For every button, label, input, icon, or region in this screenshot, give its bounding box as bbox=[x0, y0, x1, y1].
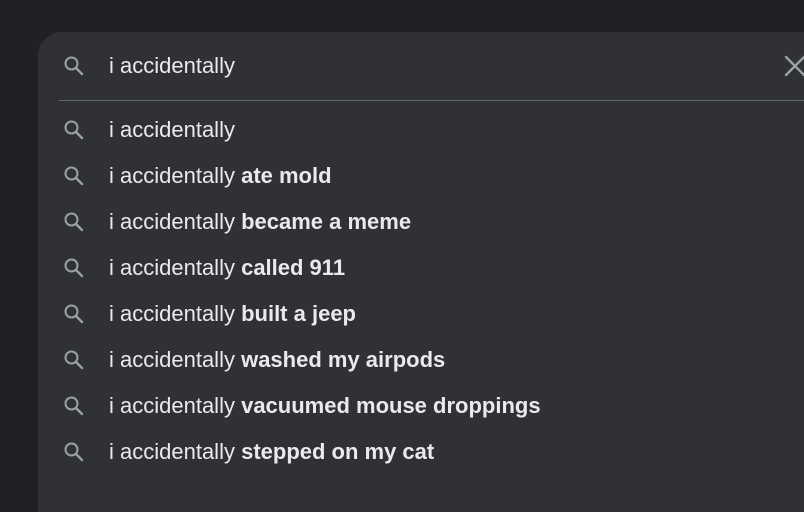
suggestion-prefix: i accidentally bbox=[109, 393, 235, 418]
divider bbox=[59, 100, 804, 101]
suggestion-completion: washed my airpods bbox=[241, 347, 446, 372]
search-icon bbox=[62, 348, 86, 372]
suggestion-text: i accidentally washed my airpods bbox=[109, 346, 445, 374]
suggestion-text: i accidentally became a meme bbox=[109, 208, 411, 236]
suggestion-prefix: i accidentally bbox=[109, 439, 235, 464]
suggestion-prefix: i accidentally bbox=[109, 255, 235, 280]
search-icon bbox=[62, 256, 86, 280]
search-icon bbox=[62, 118, 86, 142]
suggestion-prefix: i accidentally bbox=[109, 301, 235, 326]
suggestion-item[interactable]: i accidentally built a jeep bbox=[38, 291, 804, 337]
search-icon bbox=[62, 164, 86, 188]
suggestion-prefix: i accidentally bbox=[109, 209, 235, 234]
suggestion-item[interactable]: i accidentally vacuumed mouse droppings bbox=[38, 383, 804, 429]
suggestion-prefix: i accidentally bbox=[109, 347, 235, 372]
suggestion-prefix: i accidentally bbox=[109, 163, 235, 188]
search-icon bbox=[62, 210, 86, 234]
suggestion-text: i accidentally built a jeep bbox=[109, 300, 356, 328]
search-icon bbox=[62, 302, 86, 326]
suggestion-text: i accidentally ate mold bbox=[109, 162, 332, 190]
suggestion-list: i accidentally i accidentally ate mold i… bbox=[38, 107, 804, 475]
suggestion-completion: built a jeep bbox=[241, 301, 356, 326]
search-input[interactable] bbox=[109, 51, 729, 81]
suggestion-item[interactable]: i accidentally washed my airpods bbox=[38, 337, 804, 383]
close-icon[interactable] bbox=[782, 53, 804, 79]
suggestion-completion: ate mold bbox=[241, 163, 332, 188]
search-icon bbox=[62, 440, 86, 464]
suggestion-completion: stepped on my cat bbox=[241, 439, 435, 464]
search-suggestions-panel: i accidentally i accidentally ate mold i… bbox=[38, 32, 804, 512]
suggestion-text: i accidentally vacuumed mouse droppings bbox=[109, 392, 541, 420]
suggestion-completion: vacuumed mouse droppings bbox=[241, 393, 541, 418]
suggestion-completion: called 911 bbox=[241, 255, 346, 280]
suggestion-prefix: i accidentally bbox=[109, 117, 235, 142]
suggestion-text: i accidentally bbox=[109, 116, 235, 144]
suggestion-text: i accidentally stepped on my cat bbox=[109, 438, 434, 466]
suggestion-item[interactable]: i accidentally ate mold bbox=[38, 153, 804, 199]
search-icon bbox=[62, 394, 86, 418]
search-icon bbox=[62, 54, 86, 78]
suggestion-item[interactable]: i accidentally bbox=[38, 107, 804, 153]
suggestion-item[interactable]: i accidentally called 911 bbox=[38, 245, 804, 291]
suggestion-completion: became a meme bbox=[241, 209, 412, 234]
suggestion-item[interactable]: i accidentally stepped on my cat bbox=[38, 429, 804, 475]
suggestion-text: i accidentally called 911 bbox=[109, 254, 345, 282]
suggestion-item[interactable]: i accidentally became a meme bbox=[38, 199, 804, 245]
search-box bbox=[38, 32, 804, 100]
